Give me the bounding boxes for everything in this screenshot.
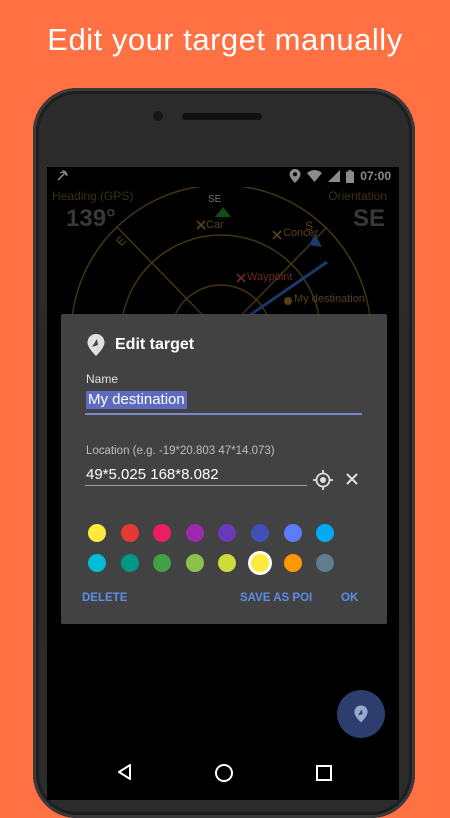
color-picker	[88, 519, 358, 579]
name-input[interactable]: My destination	[86, 391, 187, 409]
ok-button[interactable]: OK	[341, 592, 358, 604]
home-icon[interactable]	[215, 764, 233, 782]
promo-title: Edit your target manually	[47, 22, 403, 57]
delete-button[interactable]: DELETE	[82, 592, 127, 604]
color-swatch[interactable]	[185, 524, 204, 542]
color-swatch[interactable]	[120, 524, 139, 542]
edit-target-dialog: Edit target Name My destination Location…	[61, 314, 387, 624]
location-label: Location (e.g. -19*20.803 47*14.073)	[86, 445, 275, 457]
color-row-1	[88, 519, 358, 549]
color-swatch[interactable]	[283, 524, 302, 542]
color-swatch[interactable]	[153, 554, 172, 572]
front-camera	[153, 111, 163, 121]
color-swatch[interactable]	[250, 554, 269, 572]
color-swatch[interactable]	[88, 524, 106, 542]
earpiece	[182, 113, 262, 120]
target-fab[interactable]	[337, 690, 385, 738]
recents-icon[interactable]	[316, 765, 332, 781]
name-label: Name	[86, 372, 119, 386]
color-swatch[interactable]	[185, 554, 204, 572]
color-swatch[interactable]	[88, 554, 106, 572]
navigation-bar	[47, 750, 399, 796]
color-swatch[interactable]	[218, 524, 237, 542]
color-swatch[interactable]	[283, 554, 302, 572]
location-input-underline	[85, 485, 307, 486]
location-input[interactable]: 49*5.025 168*8.082	[86, 466, 219, 483]
target-pin-icon	[87, 334, 105, 356]
dialog-header: Edit target	[87, 334, 194, 356]
color-swatch[interactable]	[316, 524, 335, 542]
clear-location-icon[interactable]	[343, 470, 361, 488]
color-row-2	[88, 549, 358, 579]
color-swatch[interactable]	[120, 554, 139, 572]
target-pin-icon	[354, 705, 368, 723]
gps-locate-icon[interactable]	[313, 470, 333, 490]
color-swatch[interactable]	[153, 524, 172, 542]
dialog-title: Edit target	[115, 336, 195, 353]
back-icon[interactable]	[117, 764, 131, 780]
name-input-underline	[85, 413, 362, 415]
save-as-poi-button[interactable]: SAVE AS POI	[240, 592, 312, 604]
color-swatch[interactable]	[250, 524, 269, 542]
color-swatch[interactable]	[316, 554, 335, 572]
color-swatch[interactable]	[218, 554, 237, 572]
